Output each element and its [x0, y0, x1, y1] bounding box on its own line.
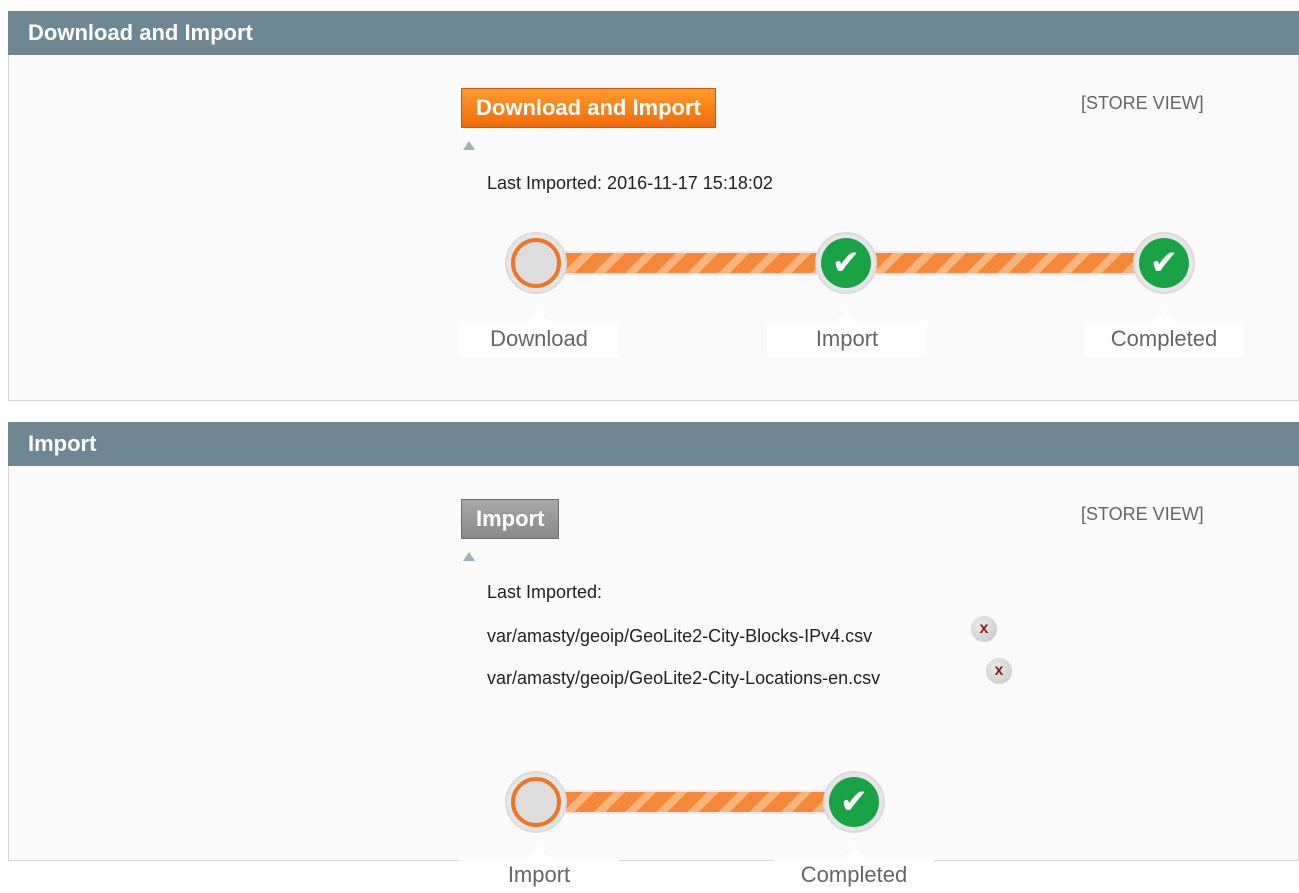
step-label-completed: Completed: [1084, 311, 1244, 357]
store-view-scope: [STORE VIEW]: [1081, 504, 1204, 524]
imported-file-path: var/amasty/geoip/GeoLite2-City-Blocks-IP…: [487, 626, 873, 646]
circle-pending-icon: [511, 238, 561, 288]
check-circle-icon: ✔: [821, 238, 871, 288]
step-label-download: Download: [459, 311, 619, 357]
download-and-import-button[interactable]: Download and Import: [461, 88, 716, 128]
progress-bar-segment: [561, 251, 831, 275]
remove-x-icon[interactable]: x: [971, 616, 997, 642]
section-title: Download and Import: [8, 11, 1299, 55]
step-label-import: Import: [459, 847, 619, 893]
note-arrow-icon: [463, 141, 475, 150]
section-title: Import: [8, 422, 1299, 466]
check-circle-icon: ✔: [829, 777, 879, 827]
step-node-completed: ✔: [1133, 232, 1195, 294]
store-view-scope: [STORE VIEW]: [1081, 93, 1204, 113]
last-imported-label: Last Imported:: [487, 582, 603, 602]
download-import-body: Download and Import [STORE VIEW] Last Im…: [8, 55, 1299, 401]
step-label-import: Import: [767, 311, 927, 357]
step-node-import: ✔: [815, 232, 877, 294]
step-node-completed: ✔: [823, 771, 885, 833]
step-label-completed: Completed: [774, 847, 934, 893]
step-node-import: [505, 771, 567, 833]
circle-pending-icon: [511, 777, 561, 827]
remove-x-icon[interactable]: x: [986, 658, 1012, 684]
progress-bar-segment: [871, 251, 1149, 275]
import-button[interactable]: Import: [461, 499, 560, 539]
progress-bar-segment: [561, 790, 841, 814]
last-imported-text: Last Imported: 2016-11-17 15:18:02: [487, 173, 773, 193]
imported-file-path: var/amasty/geoip/GeoLite2-City-Locations…: [487, 668, 881, 688]
check-circle-icon: ✔: [1139, 238, 1189, 288]
step-node-download: [505, 232, 567, 294]
import-body: Import [STORE VIEW] Last Imported: var/a…: [8, 466, 1299, 893]
import-section: Import Import [STORE VIEW] Last Imported…: [8, 422, 1299, 893]
note-arrow-icon: [463, 552, 475, 561]
download-import-section: Download and Import Download and Import …: [8, 11, 1299, 401]
